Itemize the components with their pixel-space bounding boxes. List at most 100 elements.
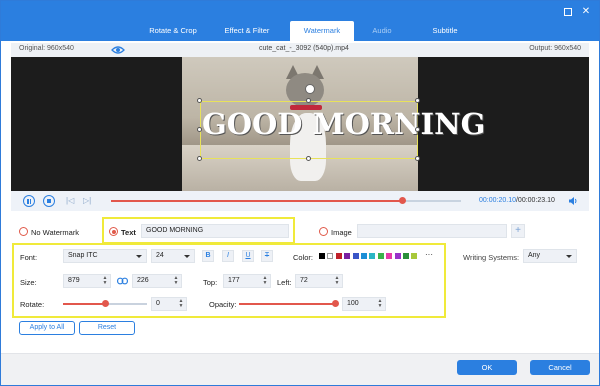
tab-rotate-crop[interactable]: Rotate & Crop: [136, 21, 210, 41]
seek-progress: [111, 200, 402, 202]
tab-subtitle[interactable]: Subtitle: [410, 21, 480, 41]
stop-icon[interactable]: [43, 195, 55, 207]
text-watermark-label[interactable]: Text: [121, 228, 136, 237]
watermark-text-input[interactable]: GOOD MORNING: [141, 224, 289, 238]
left-stepper[interactable]: ▲ ▼: [334, 276, 340, 286]
text-watermark-radio[interactable]: [109, 227, 118, 236]
seek-thumb[interactable]: [398, 197, 406, 204]
opacity-value: 100: [347, 300, 359, 307]
resize-handle[interactable]: [197, 156, 202, 161]
underline-button[interactable]: U: [242, 250, 254, 262]
volume-icon[interactable]: [568, 196, 578, 206]
more-colors-button[interactable]: ···: [425, 250, 433, 259]
video-preview: GOOD MORNING: [11, 57, 589, 191]
size-label: Size:: [20, 278, 37, 287]
image-path-input[interactable]: [357, 224, 507, 238]
next-frame-icon[interactable]: ▷|: [83, 196, 91, 205]
eye-icon[interactable]: [111, 44, 125, 56]
color-swatch[interactable]: [319, 253, 325, 259]
resize-handle[interactable]: [197, 127, 202, 132]
output-resolution: Output: 960x540: [529, 45, 581, 52]
opacity-stepper[interactable]: ▲ ▼: [377, 299, 383, 309]
color-swatch[interactable]: [352, 253, 359, 259]
cancel-button[interactable]: Cancel: [530, 360, 590, 375]
rotate-slider-thumb[interactable]: [102, 300, 109, 307]
tab-effect-filter[interactable]: Effect & Filter: [210, 21, 284, 41]
rotate-label: Rotate:: [20, 300, 45, 309]
reset-button[interactable]: Reset: [79, 321, 135, 335]
time-display: 00:00:20.10/00:00:23.10: [479, 197, 555, 204]
watermark-preview-text[interactable]: GOOD MORNING: [202, 107, 485, 141]
font-label: Font:: [20, 253, 38, 262]
color-swatch[interactable]: [369, 253, 376, 259]
total-time: /00:00:23.10: [515, 197, 555, 204]
tab-audio[interactable]: Audio: [354, 21, 410, 41]
top-value: 177: [228, 277, 240, 284]
resize-handle[interactable]: [197, 98, 202, 103]
left-input[interactable]: 72 ▲ ▼: [295, 274, 343, 288]
resize-handle[interactable]: [306, 156, 311, 161]
watermark-editor-window: Rotate & Crop Effect & Filter Watermark …: [0, 0, 600, 386]
bold-button[interactable]: B: [202, 250, 214, 262]
color-swatch[interactable]: [411, 253, 418, 259]
title-bar: Rotate & Crop Effect & Filter Watermark …: [1, 1, 599, 41]
width-input[interactable]: 879 ▲ ▼: [63, 274, 111, 288]
image-watermark-label[interactable]: Image: [331, 228, 352, 237]
width-value: 879: [68, 277, 80, 284]
no-watermark-radio[interactable]: [19, 227, 28, 236]
color-swatch[interactable]: [386, 253, 393, 259]
writing-systems-select[interactable]: Any: [523, 249, 577, 263]
opacity-slider-thumb[interactable]: [332, 300, 339, 307]
color-label: Color:: [293, 253, 314, 262]
italic-button[interactable]: I: [222, 250, 234, 262]
restore-window-icon[interactable]: [563, 7, 573, 17]
footer: OK Cancel: [1, 353, 599, 385]
rotate-value: 0: [156, 300, 160, 307]
rotate-input[interactable]: 0 ▲ ▼: [151, 297, 187, 311]
original-resolution: Original: 960x540: [19, 45, 74, 52]
color-swatch[interactable]: [377, 253, 384, 259]
color-swatch[interactable]: [335, 253, 342, 259]
opacity-label: Opacity:: [209, 300, 237, 309]
image-watermark-radio[interactable]: [319, 227, 328, 236]
link-icon[interactable]: [117, 277, 128, 285]
height-input[interactable]: 226 ▲ ▼: [132, 274, 182, 288]
left-label: Left:: [277, 278, 292, 287]
rotate-stepper[interactable]: ▲ ▼: [178, 299, 184, 309]
left-value: 72: [300, 277, 308, 284]
close-window-icon[interactable]: ✕: [581, 7, 591, 17]
opacity-input[interactable]: 100 ▲ ▼: [342, 297, 386, 311]
tab-watermark[interactable]: Watermark: [290, 21, 354, 41]
resize-handle[interactable]: [306, 98, 311, 103]
ok-button[interactable]: OK: [457, 360, 517, 375]
tab-bar: Rotate & Crop Effect & Filter Watermark …: [136, 21, 480, 41]
height-value: 226: [137, 277, 149, 284]
opacity-slider-fill: [239, 303, 335, 305]
rotate-slider[interactable]: [63, 300, 147, 307]
no-watermark-label[interactable]: No Watermark: [31, 228, 79, 237]
strikethrough-button[interactable]: T: [261, 250, 273, 262]
resize-handle[interactable]: [415, 127, 420, 132]
resize-handle[interactable]: [415, 156, 420, 161]
rotate-handle[interactable]: [305, 84, 315, 94]
font-select[interactable]: Snap ITC: [63, 249, 147, 263]
pause-icon[interactable]: [23, 195, 35, 207]
color-swatch[interactable]: [394, 253, 401, 259]
font-size-select[interactable]: 24: [151, 249, 195, 263]
plus-icon[interactable]: +: [511, 224, 525, 238]
width-stepper[interactable]: ▲ ▼: [102, 276, 108, 286]
color-swatch[interactable]: [327, 253, 334, 259]
opacity-slider[interactable]: [239, 300, 339, 307]
color-swatch[interactable]: [361, 253, 367, 259]
current-time: 00:00:20.10: [479, 197, 516, 204]
color-swatch[interactable]: [403, 253, 409, 259]
seek-bar[interactable]: [111, 197, 461, 204]
top-stepper[interactable]: ▲ ▼: [262, 276, 268, 286]
color-swatch[interactable]: [344, 253, 351, 259]
writing-systems-label: Writing Systems:: [463, 253, 520, 262]
top-input[interactable]: 177 ▲ ▼: [223, 274, 271, 288]
resize-handle[interactable]: [415, 98, 420, 103]
apply-to-all-button[interactable]: Apply to All: [19, 321, 75, 335]
previous-frame-icon[interactable]: |◁: [66, 196, 74, 205]
height-stepper[interactable]: ▲ ▼: [173, 276, 179, 286]
